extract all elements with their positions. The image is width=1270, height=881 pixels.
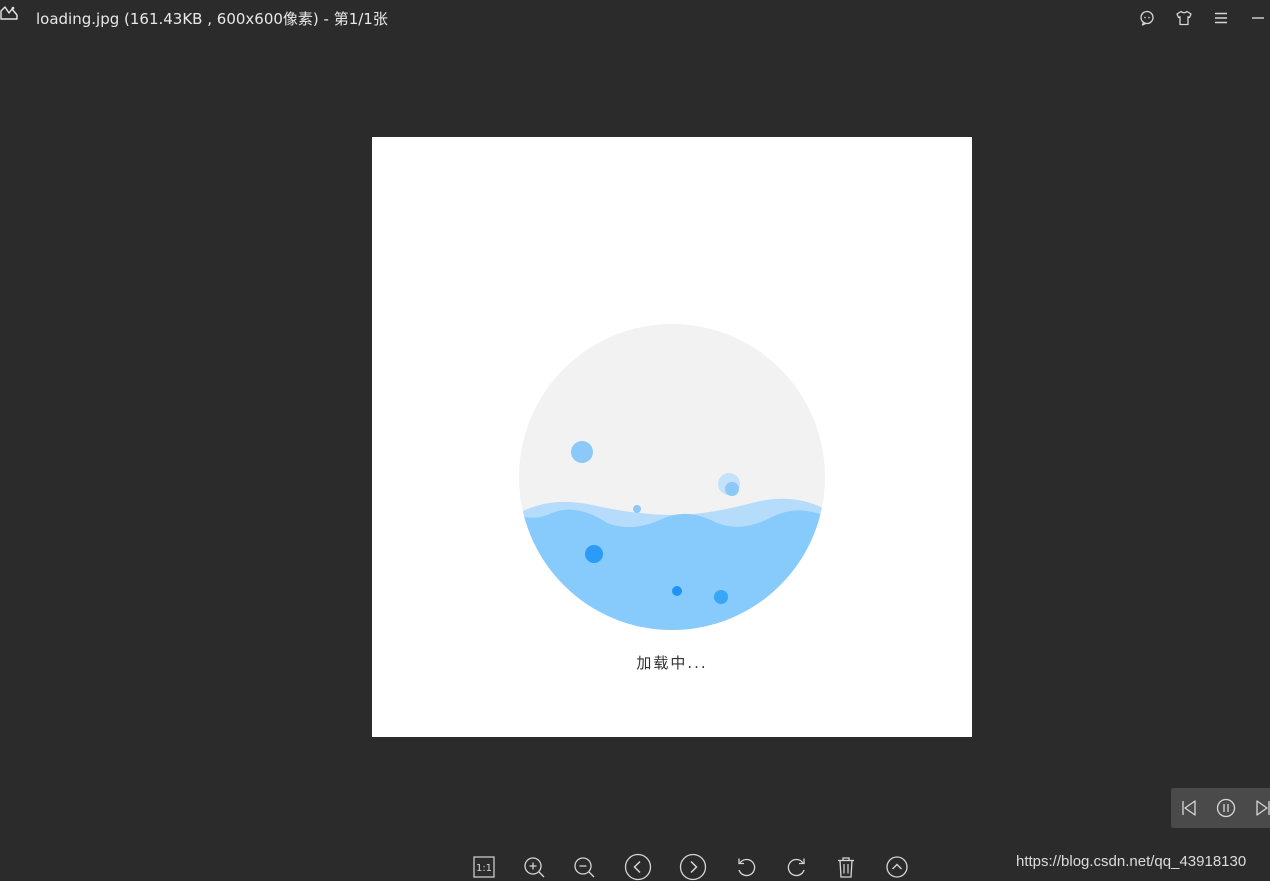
delete-icon[interactable]	[834, 855, 858, 879]
chat-bubble-icon[interactable]	[1138, 9, 1156, 27]
title-bar: loading.jpg (161.43KB , 600x600像素) - 第1/…	[0, 0, 1270, 36]
bubble	[725, 482, 739, 496]
rotate-left-icon[interactable]	[734, 855, 758, 879]
front-wave	[519, 509, 825, 630]
next-icon[interactable]	[679, 853, 707, 881]
minimize-icon[interactable]	[1249, 9, 1267, 27]
loading-illustration	[519, 324, 825, 630]
tshirt-icon[interactable]	[1175, 9, 1193, 27]
hamburger-menu-icon[interactable]	[1212, 9, 1230, 27]
image-canvas: 加载中...	[372, 137, 972, 737]
expand-up-icon[interactable]	[885, 855, 909, 879]
bubble	[714, 590, 728, 604]
bubble	[633, 505, 641, 513]
pause-icon[interactable]	[1215, 797, 1237, 819]
previous-frame-icon[interactable]	[1178, 797, 1200, 819]
next-frame-icon[interactable]	[1252, 797, 1270, 819]
previous-icon[interactable]	[624, 853, 652, 881]
zoom-out-icon[interactable]	[572, 855, 596, 879]
watermark-url: https://blog.csdn.net/qq_43918130	[1016, 853, 1247, 870]
image-viewer-logo-icon	[0, 5, 18, 21]
rotate-right-icon[interactable]	[785, 855, 809, 879]
actual-size-icon[interactable]: 1:1	[472, 855, 496, 879]
zoom-in-icon[interactable]	[522, 855, 546, 879]
actual-size-label: 1:1	[476, 863, 492, 874]
bubble	[672, 586, 682, 596]
window-title: loading.jpg (161.43KB , 600x600像素) - 第1/…	[36, 10, 388, 28]
loading-text: 加载中...	[636, 654, 708, 672]
slideshow-controls	[1171, 788, 1270, 828]
bubble	[571, 441, 593, 463]
bubble	[585, 545, 603, 563]
